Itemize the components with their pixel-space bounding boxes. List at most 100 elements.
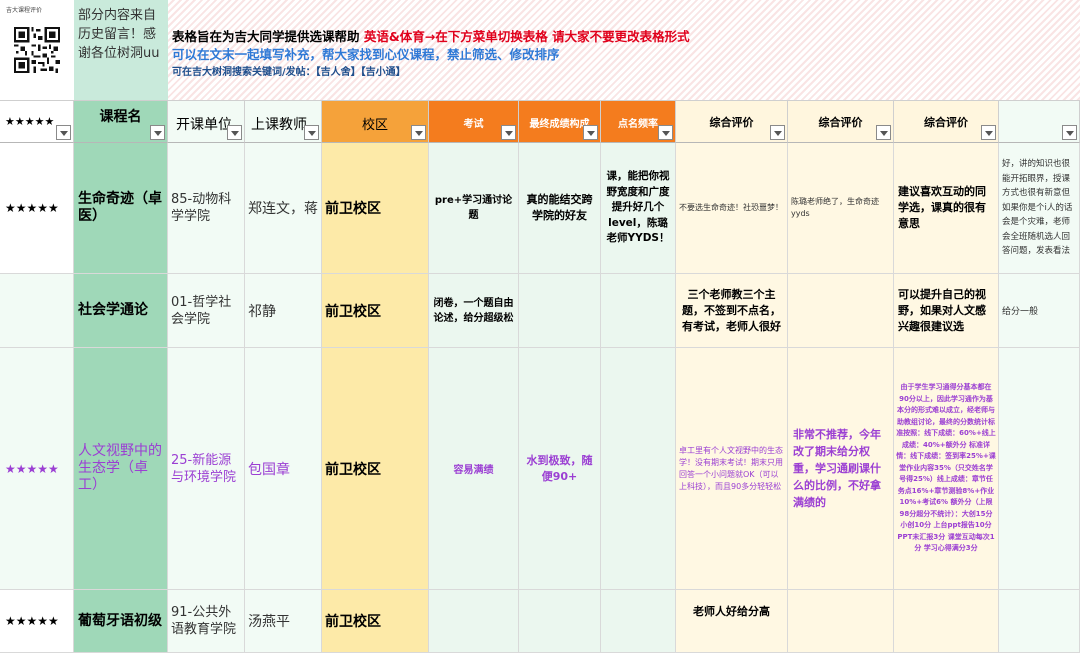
table-cell-rollcall[interactable] <box>601 590 676 653</box>
table-cell-review-2[interactable] <box>788 274 894 348</box>
cell-text: 可以提升自己的视野，如果对人文感兴趣很建议选 <box>898 287 986 333</box>
qr-code-cell: 吉大课程评价 <box>0 0 75 101</box>
cell-text: 水到极致，随便90+ <box>526 453 593 483</box>
cell-text: 葡萄牙语初级 <box>78 612 162 629</box>
table-cell-extra[interactable]: 好，讲的知识也很能开拓眼界，授课方式也很有新意但如果你是个i人的话会是个灾难，老… <box>999 143 1080 274</box>
table-cell-exam[interactable] <box>429 590 519 653</box>
table-cell-review-3[interactable]: 由于学生学习通得分基本都在90分以上，因此学习通作为基本分的形式难以成立，经老师… <box>894 348 999 590</box>
header-teacher: 上课教师 <box>245 101 322 143</box>
filter-dropdown-icon[interactable] <box>150 125 165 140</box>
filter-dropdown-icon[interactable] <box>583 125 598 140</box>
table-cell-rollcall[interactable]: 课，能把你视野宽度和广度提升好几个level，陈璐老师YYDS！ <box>601 143 676 274</box>
table-cell-campus[interactable]: 前卫校区 <box>322 348 429 590</box>
table-cell-course[interactable]: 社会学通论 <box>74 274 168 348</box>
header-course-name: 课程名 <box>74 101 168 143</box>
table-cell-review-3[interactable]: 可以提升自己的视野，如果对人文感兴趣很建议选 <box>894 274 999 348</box>
table-cell-rating[interactable] <box>0 274 74 348</box>
filter-dropdown-icon[interactable] <box>981 125 996 140</box>
qr-code-icon <box>14 27 60 73</box>
table-cell-unit[interactable]: 25-新能源与环境学院 <box>168 348 245 590</box>
table-cell-review-1[interactable]: 不要选生命奇迹！社恐噩梦！ <box>676 143 788 274</box>
filter-dropdown-icon[interactable] <box>658 125 673 140</box>
cell-text: ★★★★★ <box>5 201 59 215</box>
header-review-1: 综合评价 <box>676 101 788 143</box>
table-cell-extra[interactable] <box>999 590 1080 653</box>
table-cell-unit[interactable]: 91-公共外语教育学院 <box>168 590 245 653</box>
cell-text: ★★★★★ <box>5 461 59 476</box>
filter-dropdown-icon[interactable] <box>56 125 71 140</box>
table-cell-rating[interactable]: ★★★★★ <box>0 348 74 590</box>
intro-text: 表格旨在为吉大同学提供选课帮助 <box>172 29 360 44</box>
filter-dropdown-icon[interactable] <box>876 125 891 140</box>
table-cell-review-1[interactable]: 老师人好给分高 <box>676 590 788 653</box>
cell-text: 老师人好给分高 <box>693 605 770 618</box>
table-cell-teacher[interactable]: 祁静 <box>245 274 322 348</box>
header-review-3: 综合评价 <box>894 101 999 143</box>
table-cell-campus[interactable]: 前卫校区 <box>322 274 429 348</box>
banner: 吉大课程评价 部分内容来自历史留言！感谢各位树洞uu 表格旨在为吉大同学提供选课… <box>0 0 1080 101</box>
table-cell-review-3[interactable] <box>894 590 999 653</box>
intro-line: 表格旨在为吉大同学提供选课帮助 英语&体育→在下方菜单切换表格 请大家不要更改表… <box>172 26 690 45</box>
filter-dropdown-icon[interactable] <box>501 125 516 140</box>
filter-dropdown-icon[interactable] <box>227 125 242 140</box>
cell-text: 郑连文，蒋 <box>248 201 318 217</box>
filter-dropdown-icon[interactable] <box>770 125 785 140</box>
cell-text: 25-新能源与环境学院 <box>171 452 237 485</box>
table-cell-extra[interactable] <box>999 348 1080 590</box>
table-cell-review-2[interactable]: 非常不推荐，今年改了期末给分权重，学习通刷课什么的比例，不好拿满绩的 <box>788 348 894 590</box>
table-cell-course[interactable]: 人文视野中的生态学（卓工） <box>74 348 168 590</box>
cell-text: 91-公共外语教育学院 <box>171 605 237 637</box>
qr-caption: 吉大课程评价 <box>6 7 43 14</box>
table-cell-campus[interactable]: 前卫校区 <box>322 590 429 653</box>
table-cell-teacher[interactable]: 包国章 <box>245 348 322 590</box>
cell-text: 01-哲学社会学院 <box>171 294 232 327</box>
table-cell-teacher[interactable]: 汤燕平 <box>245 590 322 653</box>
table-cell-rating[interactable]: ★★★★★ <box>0 590 74 653</box>
filter-dropdown-icon[interactable] <box>304 125 319 140</box>
cell-text: 真的能结交跨学院的好友 <box>526 193 593 222</box>
switch-sheet-hint: 英语&体育→在下方菜单切换表格 请大家不要更改表格形式 <box>363 29 690 44</box>
cell-text: 非常不推荐，今年改了期末给分权重，学习通刷课什么的比例，不好拿满绩的 <box>793 428 881 509</box>
table-cell-review-1[interactable]: 卓工里有个人文视野中的生态学！没有期末考试！期末只用回答一个小问题就OK（可以上… <box>676 348 788 590</box>
table-cell-rollcall[interactable] <box>601 274 676 348</box>
table-cell-unit[interactable]: 85-动物科学学院 <box>168 143 245 274</box>
cell-text: 祁静 <box>248 303 276 320</box>
table-cell-review-1[interactable]: 三个老师教三个主题，不签到不点名，有考试，老师人很好 <box>676 274 788 348</box>
cell-text: 容易满绩 <box>453 465 494 476</box>
header-extra <box>999 101 1080 143</box>
filter-dropdown-icon[interactable] <box>1062 125 1077 140</box>
header-rollcall: 点名频率 <box>601 101 676 143</box>
search-hint-line: 可在吉大树洞搜索关键词/发帖：【吉人舍】【吉小通】 <box>172 67 406 78</box>
cell-text: 卓工里有个人文视野中的生态学！没有期末考试！期末只用回答一个小问题就OK（可以上… <box>679 445 783 491</box>
table-cell-course[interactable]: 葡萄牙语初级 <box>74 590 168 653</box>
table-cell-rollcall[interactable] <box>601 348 676 590</box>
table-cell-review-2[interactable]: 陈璐老师绝了，生命奇迹yyds <box>788 143 894 274</box>
filter-dropdown-icon[interactable] <box>411 125 426 140</box>
table-cell-grade[interactable]: 真的能结交跨学院的好友 <box>519 143 601 274</box>
table-cell-campus[interactable]: 前卫校区 <box>322 143 429 274</box>
header-unit: 开课单位 <box>168 101 245 143</box>
table-cell-rating[interactable]: ★★★★★ <box>0 143 74 274</box>
table-cell-unit[interactable]: 01-哲学社会学院 <box>168 274 245 348</box>
table-cell-exam[interactable]: pre+学习通讨论题 <box>429 143 519 274</box>
table-cell-course[interactable]: 生命奇迹（卓医） <box>74 143 168 274</box>
table-cell-extra[interactable]: 给分一般 <box>999 274 1080 348</box>
table-cell-grade[interactable]: 水到极致，随便90+ <box>519 348 601 590</box>
cell-text: 给分一般 <box>1002 307 1039 317</box>
table-cell-grade[interactable] <box>519 590 601 653</box>
table-cell-exam[interactable]: 容易满绩 <box>429 348 519 590</box>
table-cell-review-3[interactable]: 建议喜欢互动的同学选，课真的很有意思 <box>894 143 999 274</box>
table-cell-teacher[interactable]: 郑连文，蒋 <box>245 143 322 274</box>
cell-text: 汤燕平 <box>248 614 290 630</box>
header-grade: 最终成绩构成 <box>519 101 601 143</box>
spreadsheet: 吉大课程评价 部分内容来自历史留言！感谢各位树洞uu 表格旨在为吉大同学提供选课… <box>0 0 1080 653</box>
table-cell-review-2[interactable] <box>788 590 894 653</box>
cell-text: 前卫校区 <box>325 201 381 217</box>
info-cell: 表格旨在为吉大同学提供选课帮助 英语&体育→在下方菜单切换表格 请大家不要更改表… <box>168 0 1080 101</box>
table-cell-grade[interactable] <box>519 274 601 348</box>
cell-text: 前卫校区 <box>325 303 381 320</box>
table-cell-exam[interactable]: 闭卷，一个题自由论述，给分超级松 <box>429 274 519 348</box>
cell-text: 不要选生命奇迹！社恐噩梦！ <box>679 203 783 212</box>
cell-text: 陈璐老师绝了，生命奇迹yyds <box>791 197 879 218</box>
cell-text: 生命奇迹（卓医） <box>78 191 162 224</box>
